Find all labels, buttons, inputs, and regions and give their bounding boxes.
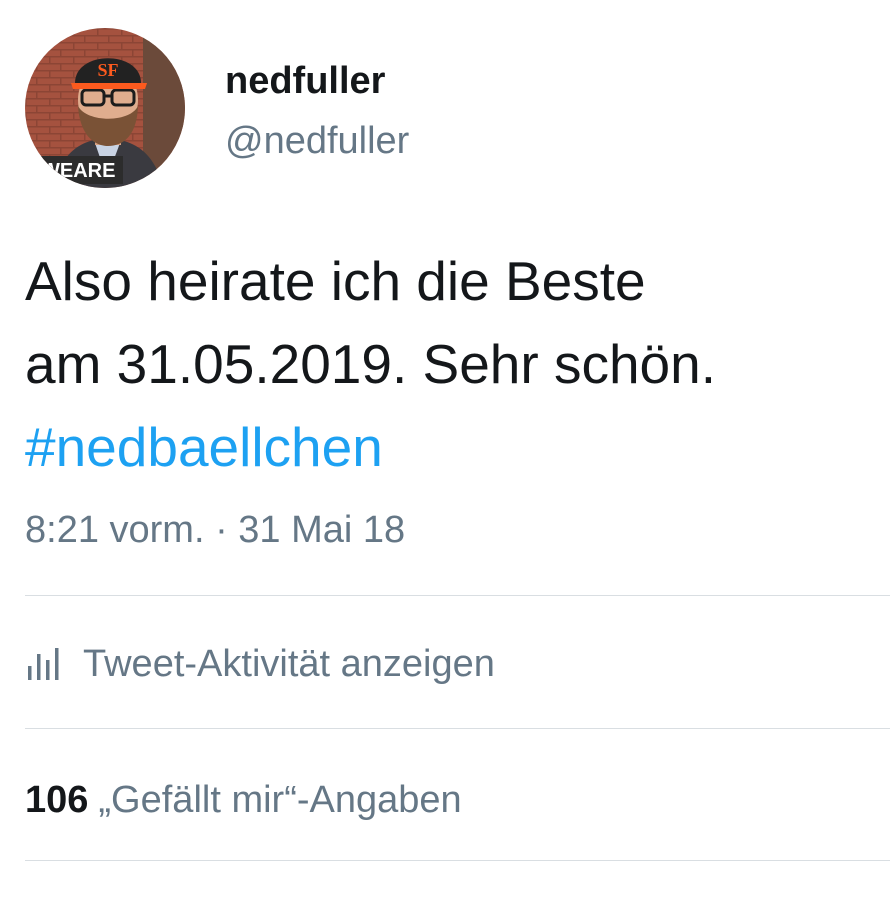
likes-count: 106 (25, 778, 89, 821)
bar-chart-icon (28, 648, 59, 680)
avatar-badge-text: WEARE (41, 160, 115, 182)
hashtag-link[interactable]: #nedbaellchen (25, 406, 875, 489)
tweet-text-line: am 31.05.2019. Sehr schön. (25, 333, 717, 395)
tweet-text: Also heirate ich die Beste am 31.05.2019… (25, 240, 875, 489)
tweet-activity-button[interactable]: Tweet-Aktivität anzeigen (25, 632, 495, 696)
likes-link[interactable]: 106 „Gefällt mir“-Angaben (25, 770, 462, 830)
divider (25, 860, 890, 861)
avatar-photo: SF WEARE (25, 28, 185, 188)
divider (25, 728, 890, 729)
likes-label: „Gefällt mir“-Angaben (98, 778, 462, 821)
tweet-activity-label: Tweet-Aktivität anzeigen (83, 642, 495, 685)
user-handle[interactable]: @nedfuller (225, 118, 409, 164)
tweet-text-line: Also heirate ich die Beste (25, 250, 646, 312)
avatar[interactable]: SF WEARE (25, 28, 185, 188)
svg-text:SF: SF (97, 60, 118, 80)
display-name[interactable]: nedfuller (225, 58, 385, 104)
divider (25, 595, 890, 596)
tweet-timestamp: 8:21 vorm. · 31 Mai 18 (25, 509, 406, 551)
